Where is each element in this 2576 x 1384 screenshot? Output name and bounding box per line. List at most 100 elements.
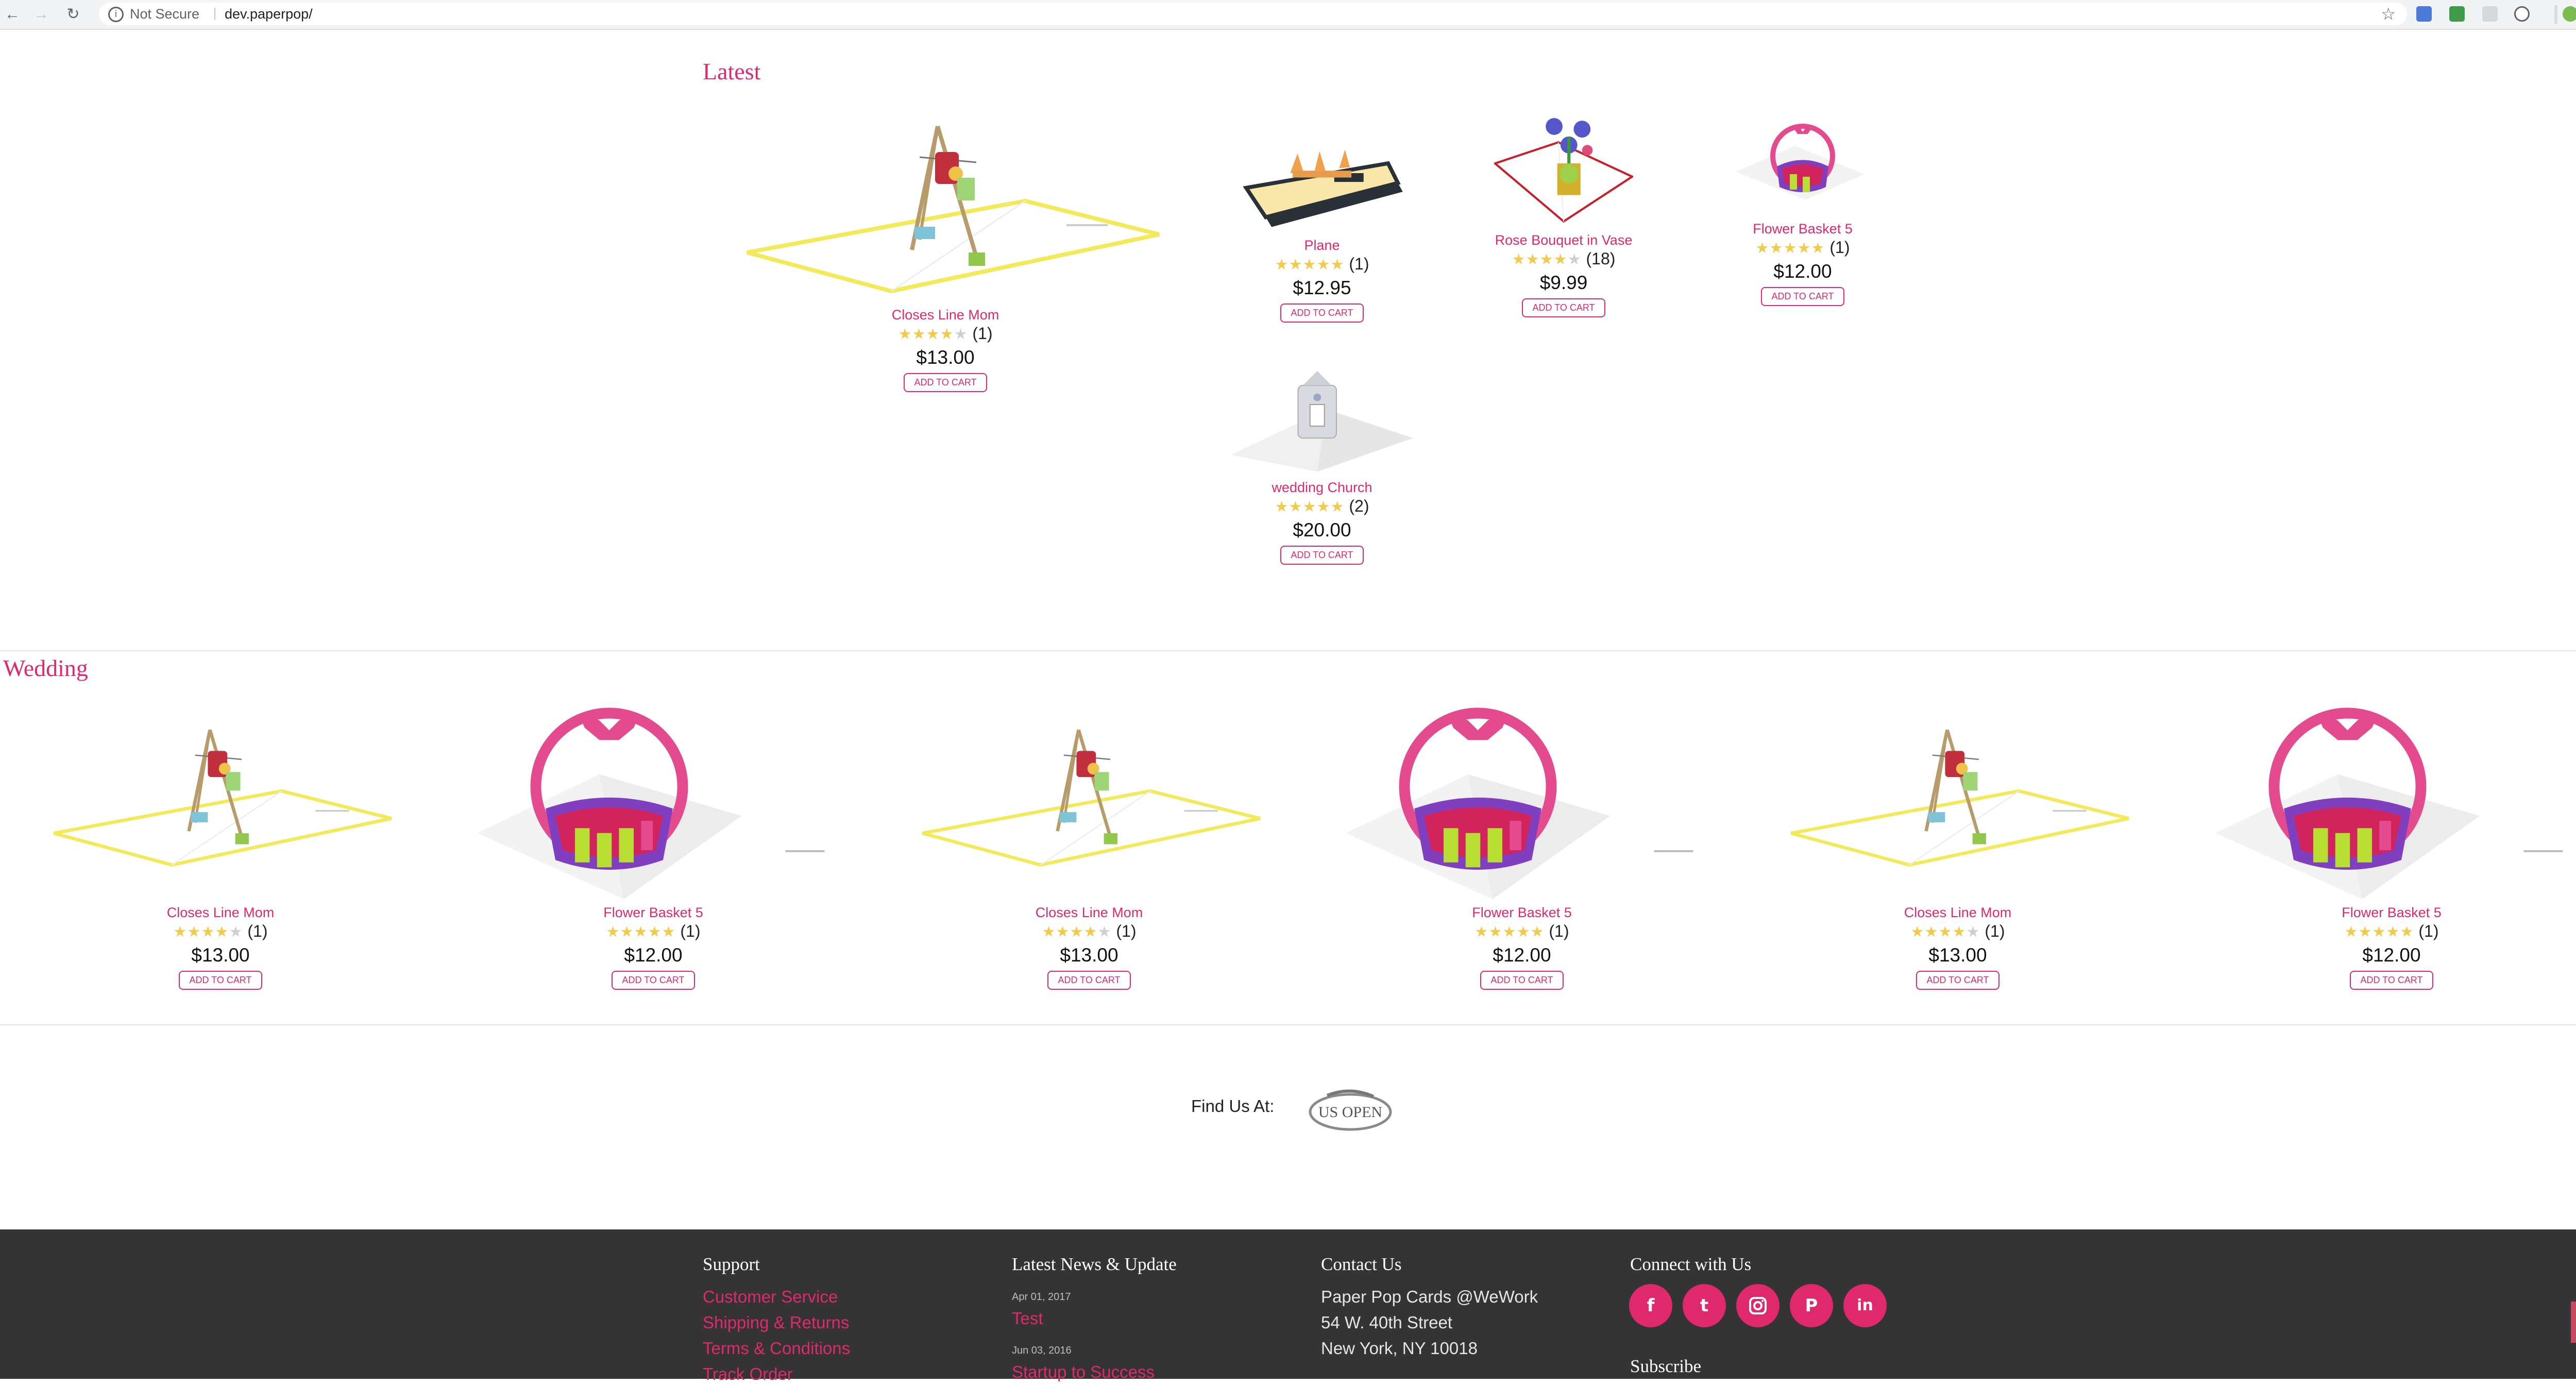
product-price: $13.00 bbox=[191, 944, 250, 966]
reload-icon[interactable]: ↻ bbox=[62, 3, 84, 26]
product-card: Closes Line Mom ★★★★★ (1) $13.00 ADD TO … bbox=[737, 116, 1154, 392]
product-name[interactable]: Rose Bouquet in Vase bbox=[1468, 232, 1659, 248]
product-card: wedding Church ★★★★★ (2) $20.00 ADD TO C… bbox=[1224, 370, 1420, 565]
review-count: (1) bbox=[1985, 922, 2005, 940]
product-rating: ★★★★★ (1) bbox=[1336, 921, 1707, 942]
product-card: Flower Basket 5 ★★★★★ (1) $12.00 ADD TO … bbox=[1336, 703, 1707, 990]
address-bar[interactable]: i Not Secure dev.paperpop/ ☆ bbox=[99, 3, 2407, 25]
add-to-cart-button[interactable]: ADD TO CART bbox=[1280, 303, 1364, 323]
instagram-icon[interactable] bbox=[1736, 1284, 1780, 1327]
us-open-logo[interactable]: US OPEN bbox=[1307, 1086, 1394, 1133]
divider bbox=[214, 8, 215, 20]
product-image[interactable] bbox=[1232, 134, 1412, 232]
back-arrow-icon[interactable]: ← bbox=[1, 3, 24, 26]
product-image[interactable] bbox=[914, 696, 1264, 899]
footer-link-terms-conditions[interactable]: Terms & Conditions bbox=[703, 1339, 850, 1358]
product-rating: ★★★★★ (1) bbox=[2206, 921, 2576, 942]
product-name[interactable]: Closes Line Mom bbox=[1783, 905, 2133, 921]
news-date: Jun 03, 2016 bbox=[1012, 1345, 1072, 1356]
product-name[interactable]: Flower Basket 5 bbox=[1707, 221, 1898, 237]
product-name[interactable]: Closes Line Mom bbox=[737, 307, 1154, 323]
extension-icon[interactable] bbox=[2416, 6, 2432, 22]
product-image[interactable] bbox=[45, 696, 396, 899]
product-image[interactable] bbox=[1494, 116, 1633, 227]
product-name[interactable]: wedding Church bbox=[1224, 480, 1420, 496]
product-price: $9.99 bbox=[1539, 272, 1588, 293]
product-price: $12.00 bbox=[624, 944, 683, 966]
product-name[interactable]: Flower Basket 5 bbox=[2206, 905, 2576, 921]
footer-link-track-order[interactable]: Track Order bbox=[703, 1364, 793, 1384]
add-to-cart-button[interactable]: ADD TO CART bbox=[612, 971, 695, 990]
review-count: (18) bbox=[1586, 249, 1616, 268]
star-rating-icon: ★★★★★ bbox=[1275, 256, 1345, 273]
profile-avatar[interactable] bbox=[2563, 6, 2576, 22]
footer-link-customer-service[interactable]: Customer Service bbox=[703, 1287, 838, 1307]
news-link[interactable]: Startup to Success bbox=[1012, 1362, 1155, 1382]
add-to-cart-button[interactable]: ADD TO CART bbox=[1280, 546, 1364, 565]
product-rating: ★★★★★ (1) bbox=[914, 921, 1264, 942]
add-to-cart-button[interactable]: ADD TO CART bbox=[1047, 971, 1131, 990]
pinterest-icon[interactable]: P bbox=[1790, 1284, 1833, 1327]
product-image[interactable] bbox=[1736, 117, 1870, 215]
product-rating: ★★★★★ (1) bbox=[45, 921, 396, 942]
url-text[interactable]: dev.paperpop/ bbox=[225, 3, 313, 25]
product-name[interactable]: Closes Line Mom bbox=[45, 905, 396, 921]
news-date: Apr 01, 2017 bbox=[1012, 1291, 1071, 1303]
linkedin-icon[interactable]: in bbox=[1843, 1284, 1887, 1327]
extension-icon[interactable] bbox=[2482, 6, 2498, 22]
toolbar-separator bbox=[2554, 5, 2557, 24]
product-image[interactable] bbox=[1783, 696, 2133, 899]
contact-line: 54 W. 40th Street bbox=[1321, 1313, 1452, 1332]
add-to-cart-button[interactable]: ADD TO CART bbox=[1522, 298, 1605, 317]
extension-icon[interactable] bbox=[2514, 6, 2530, 22]
footer-support-title: Support bbox=[703, 1254, 760, 1274]
find-us-label: Find Us At: bbox=[1191, 1096, 1275, 1116]
product-image[interactable] bbox=[1224, 370, 1420, 474]
section-divider bbox=[0, 1024, 2576, 1025]
add-to-cart-button[interactable]: ADD TO CART bbox=[179, 971, 262, 990]
review-count: (1) bbox=[247, 922, 268, 940]
product-name[interactable]: Flower Basket 5 bbox=[468, 905, 839, 921]
facebook-icon[interactable]: f bbox=[1629, 1284, 1672, 1327]
product-price: $13.00 bbox=[1928, 944, 1987, 966]
product-price: $12.00 bbox=[2362, 944, 2421, 966]
product-rating: ★★★★★ (1) bbox=[1783, 921, 2133, 942]
product-image[interactable] bbox=[2206, 703, 2576, 899]
contact-line: New York, NY 10018 bbox=[1321, 1339, 1478, 1358]
add-to-cart-button[interactable]: ADD TO CART bbox=[1916, 971, 1999, 990]
product-price: $12.95 bbox=[1293, 277, 1351, 298]
star-rating-icon: ★★★★★ bbox=[2344, 923, 2414, 940]
star-rating-icon: ★★★★★ bbox=[1042, 923, 1112, 940]
contact-line: Paper Pop Cards @WeWork bbox=[1321, 1287, 1538, 1306]
forward-arrow-icon[interactable]: → bbox=[30, 3, 53, 26]
product-price: $12.00 bbox=[1493, 944, 1551, 966]
footer-link-shipping-returns[interactable]: Shipping & Returns bbox=[703, 1313, 849, 1332]
star-rating-icon: ★★★★★ bbox=[1755, 239, 1825, 257]
add-to-cart-button[interactable]: ADD TO CART bbox=[1480, 971, 1564, 990]
footer-connect-title: Connect with Us bbox=[1630, 1254, 1752, 1274]
back-to-top-button[interactable]: ︿ bbox=[2571, 1302, 2576, 1343]
footer-news-title: Latest News & Update bbox=[1012, 1254, 1177, 1274]
add-to-cart-button[interactable]: ADD TO CART bbox=[904, 373, 987, 392]
twitter-icon[interactable]: t bbox=[1683, 1284, 1726, 1327]
extension-icon[interactable] bbox=[2449, 6, 2465, 22]
add-to-cart-button[interactable]: ADD TO CART bbox=[1761, 287, 1844, 306]
product-name[interactable]: Closes Line Mom bbox=[914, 905, 1264, 921]
add-to-cart-button[interactable]: ADD TO CART bbox=[2350, 971, 2433, 990]
product-name[interactable]: Plane bbox=[1224, 238, 1420, 254]
info-icon[interactable]: i bbox=[108, 7, 124, 22]
product-image[interactable] bbox=[737, 116, 1164, 301]
review-count: (1) bbox=[1549, 922, 1569, 940]
product-price: $20.00 bbox=[1293, 519, 1351, 541]
product-rating: ★★★★★ (1) bbox=[1707, 237, 1898, 258]
news-link[interactable]: Test bbox=[1012, 1309, 1043, 1328]
browser-toolbar: ← → ↻ i Not Secure dev.paperpop/ ☆ ⋮ bbox=[0, 0, 2576, 30]
product-card: Flower Basket 5 ★★★★★ (1) $12.00 ADD TO … bbox=[468, 703, 839, 990]
product-image[interactable] bbox=[468, 703, 839, 899]
product-name[interactable]: Flower Basket 5 bbox=[1336, 905, 1707, 921]
star-rating-icon: ★★★★★ bbox=[1475, 923, 1545, 940]
star-rating-icon: ★★★★★ bbox=[1910, 923, 1980, 940]
product-card: Flower Basket 5 ★★★★★ (1) $12.00 ADD TO … bbox=[1707, 117, 1898, 306]
bookmark-star-icon[interactable]: ☆ bbox=[2381, 3, 2396, 25]
product-image[interactable] bbox=[1336, 703, 1707, 899]
